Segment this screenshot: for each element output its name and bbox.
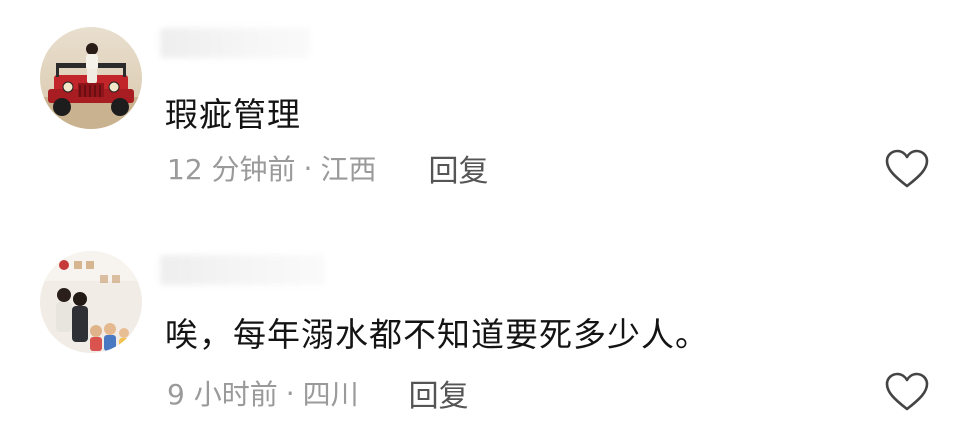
avatar-red-jeep-photo	[40, 27, 142, 129]
meta-separator: ·	[285, 376, 295, 410]
comment-list: 瑕疵管理 12 分钟前 · 江西 回复 唉，每年溺水都不知道要死多少人。 9 小…	[0, 0, 960, 436]
like-button[interactable]	[884, 371, 930, 413]
comment-text: 瑕疵管理	[165, 95, 301, 134]
reply-button[interactable]: 回复	[409, 371, 469, 415]
user-avatar[interactable]	[40, 251, 142, 353]
heart-outline-icon	[885, 149, 929, 188]
reply-button[interactable]: 回复	[428, 146, 488, 190]
comment-item: 唉，每年溺水都不知道要死多少人。 9 小时前 · 四川 回复	[0, 215, 960, 436]
comment-time: 9 小时前	[167, 378, 278, 411]
comment-item: 瑕疵管理 12 分钟前 · 江西 回复	[0, 0, 960, 215]
comment-location: 江西	[320, 153, 377, 186]
comment-text: 唉，每年溺水都不知道要死多少人。	[165, 315, 709, 354]
heart-outline-icon	[885, 372, 929, 411]
user-avatar[interactable]	[40, 27, 142, 129]
like-button[interactable]	[884, 148, 930, 190]
meta-separator: ·	[303, 151, 313, 185]
comment-meta: 9 小时前 · 四川 回复	[167, 371, 469, 415]
username-redacted	[160, 255, 325, 285]
comment-location: 四川	[302, 378, 359, 411]
comment-time: 12 分钟前	[167, 153, 296, 186]
comment-meta: 12 分钟前 · 江西 回复	[167, 146, 488, 190]
avatar-family-photo	[40, 251, 142, 353]
username-redacted	[160, 28, 310, 58]
